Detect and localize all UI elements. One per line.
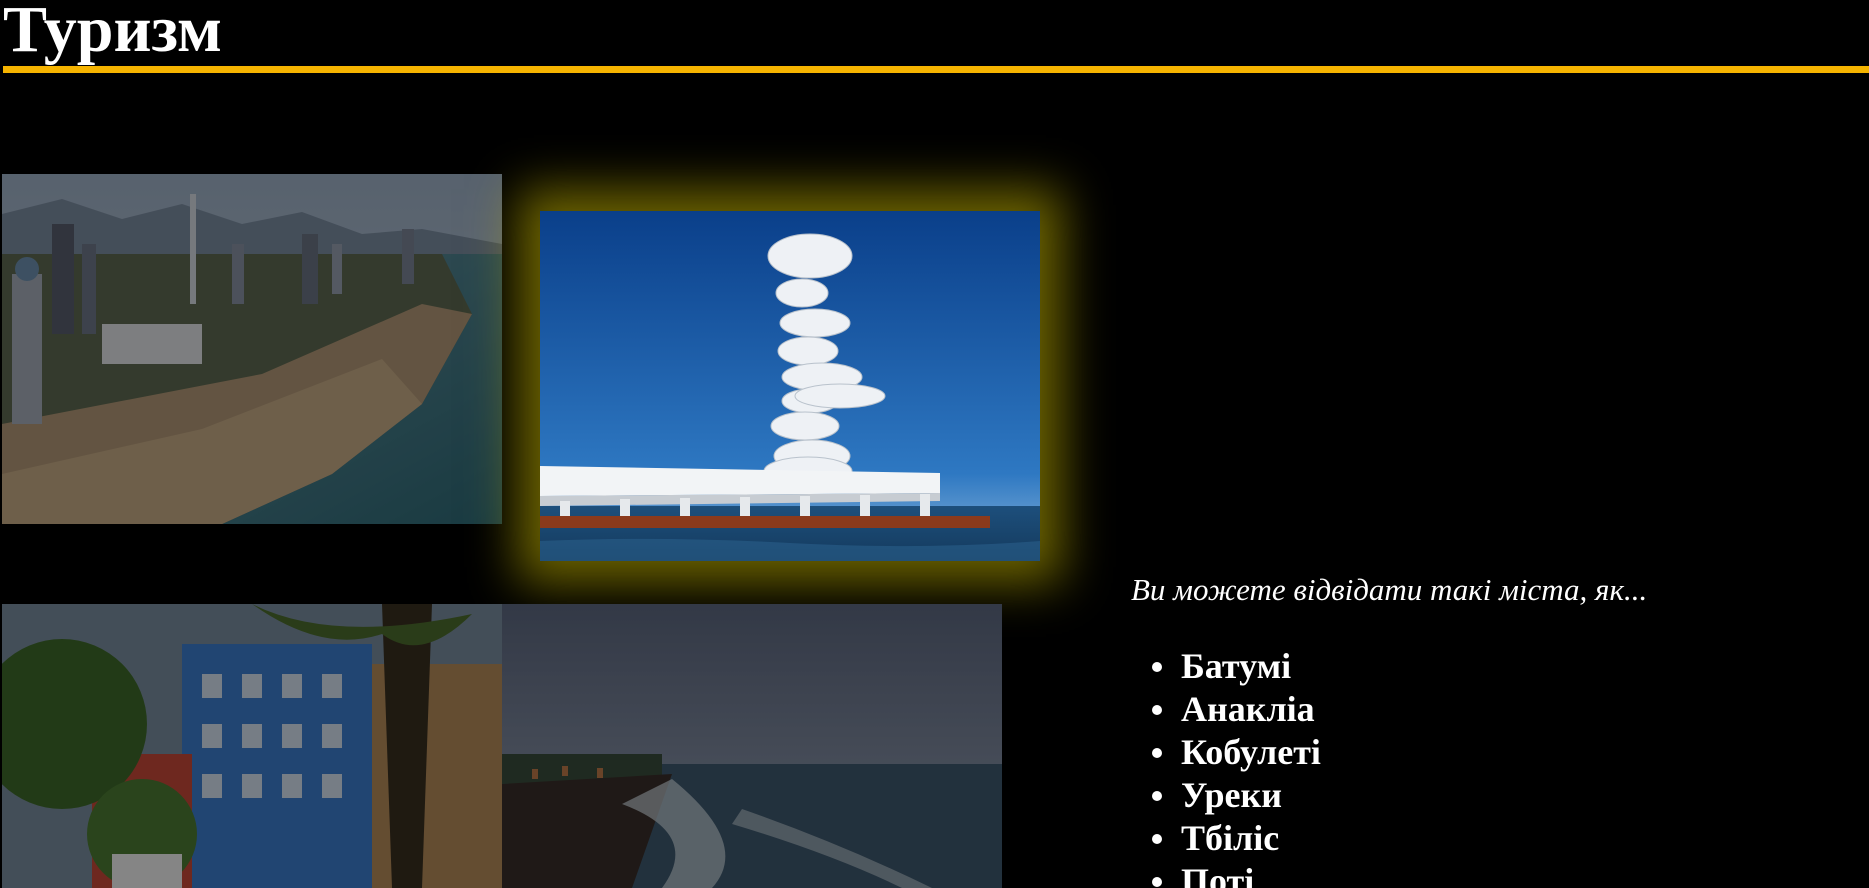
list-item: Тбіліс [1152, 817, 1321, 860]
list-item: Поті [1152, 860, 1321, 888]
bullet-icon [1152, 662, 1162, 672]
city-name: Кобулеті [1181, 732, 1321, 772]
bullet-icon [1152, 791, 1162, 801]
photo-dim-overlay [2, 604, 502, 888]
city-name: Батумі [1181, 646, 1292, 686]
list-item: Батумі [1152, 645, 1321, 688]
bullet-icon [1152, 877, 1162, 887]
bullet-icon [1152, 834, 1162, 844]
intro-text: Ви можете відвідати такі міста, як... [1131, 572, 1648, 607]
beach-evening-photo[interactable] [502, 604, 1002, 888]
bullet-icon [1152, 748, 1162, 758]
list-item: Кобулеті [1152, 731, 1321, 774]
tower-pier-image [540, 211, 1040, 561]
list-item: Анакліа [1152, 688, 1321, 731]
list-item: Уреки [1152, 774, 1321, 817]
header-divider [3, 66, 1869, 73]
page: Туризм Ви можете відвідати такі міста, я… [0, 0, 1869, 888]
page-title: Туризм [3, 0, 223, 66]
city-name: Тбіліс [1181, 818, 1280, 858]
city-name: Уреки [1181, 775, 1282, 815]
street-houses-photo[interactable] [2, 604, 502, 888]
photo-dim-overlay [2, 174, 502, 524]
bullet-icon [1152, 705, 1162, 715]
batumi-coast-photo[interactable] [2, 174, 502, 524]
tower-pier-photo[interactable] [540, 211, 1040, 561]
city-name: Анакліа [1181, 689, 1315, 729]
city-list: Батумі Анакліа Кобулеті Уреки Тбіліс Пот… [1152, 645, 1321, 888]
photo-dim-overlay [502, 604, 1002, 888]
city-name: Поті [1181, 861, 1255, 888]
